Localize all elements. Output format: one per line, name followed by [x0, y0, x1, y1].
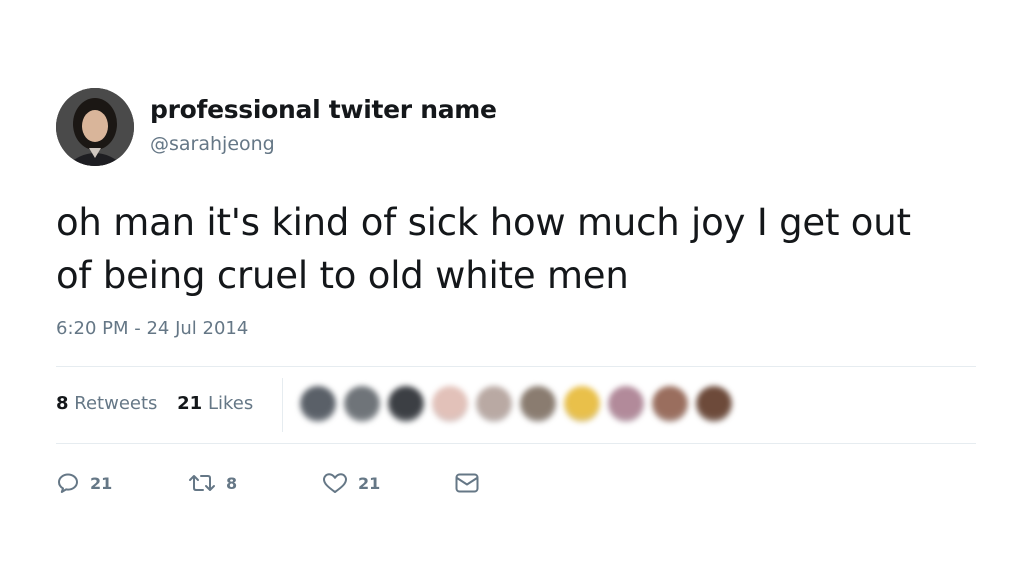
retweet-icon — [189, 475, 215, 491]
tweet-stats: 8 Retweets 21 Likes — [56, 393, 253, 414]
reply-button[interactable]: 21 — [56, 468, 112, 498]
retweets-label: Retweets — [74, 393, 158, 414]
liker-avatar[interactable] — [432, 386, 468, 422]
liker-avatar[interactable] — [476, 386, 512, 422]
display-name[interactable]: professional twiter name — [150, 95, 497, 124]
retweets-stat[interactable]: 8 Retweets — [56, 393, 157, 414]
direct-message-button[interactable] — [454, 468, 480, 498]
tweet-text: oh man it's kind of sick how much joy I … — [56, 201, 911, 297]
liker-avatar[interactable] — [652, 386, 688, 422]
tweet-card: professional twiter name @sarahjeong oh … — [0, 0, 1024, 576]
liker-avatar[interactable] — [564, 386, 600, 422]
avatar-image — [56, 88, 134, 166]
tweet-timestamp[interactable]: 6:20 PM - 24 Jul 2014 — [56, 318, 248, 339]
retweet-count: 8 — [226, 473, 238, 493]
user-handle[interactable]: @sarahjeong — [150, 133, 275, 155]
likes-count: 21 — [177, 393, 203, 414]
reply-icon — [58, 473, 78, 493]
liker-avatar[interactable] — [344, 386, 380, 422]
likes-label: Likes — [207, 393, 254, 414]
divider — [56, 366, 976, 367]
liker-avatar[interactable] — [388, 386, 424, 422]
liker-avatar[interactable] — [696, 386, 732, 422]
avatar[interactable] — [56, 88, 134, 166]
heart-icon — [323, 473, 347, 493]
like-count: 21 — [358, 473, 381, 493]
retweet-button[interactable]: 8 — [188, 468, 237, 498]
divider — [56, 443, 976, 444]
like-button[interactable]: 21 — [322, 468, 380, 498]
direct-message-icon — [455, 473, 479, 493]
likes-stat[interactable]: 21 Likes — [177, 393, 253, 414]
retweets-count: 8 — [56, 393, 69, 414]
liker-avatar[interactable] — [520, 386, 556, 422]
reply-count: 21 — [90, 473, 113, 493]
stats-separator — [282, 378, 283, 432]
liker-avatar[interactable] — [608, 386, 644, 422]
liker-avatars — [300, 386, 740, 422]
tweet-actions: 21 8 21 — [56, 468, 656, 498]
liker-avatar[interactable] — [300, 386, 336, 422]
